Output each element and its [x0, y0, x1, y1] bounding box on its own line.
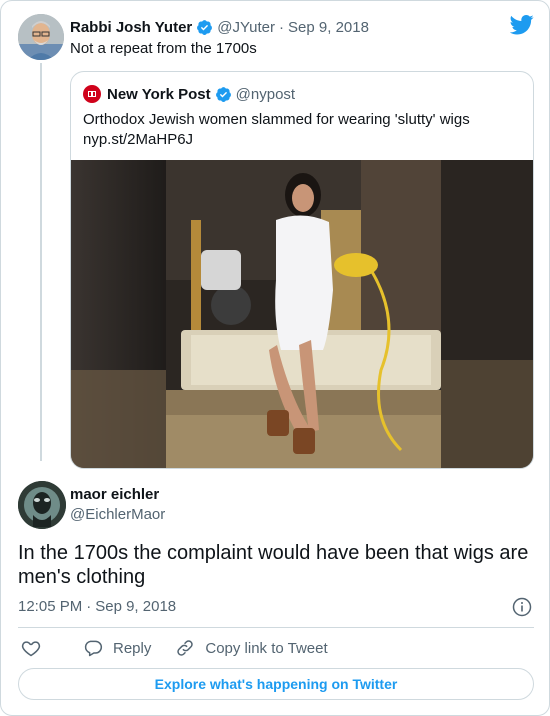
- quoted-author-name[interactable]: New York Post: [107, 86, 211, 103]
- parent-tweet-date[interactable]: Sep 9, 2018: [288, 19, 369, 36]
- reply-button[interactable]: Reply: [83, 638, 151, 658]
- quoted-tweet-link[interactable]: nyp.st/2MaHP6J: [83, 130, 523, 150]
- like-button[interactable]: [21, 638, 51, 658]
- link-icon: [177, 640, 194, 656]
- reply-label: Reply: [113, 639, 152, 657]
- reply-bubble-icon: [84, 640, 103, 657]
- verified-badge-icon: [215, 86, 231, 102]
- quoted-tweet-text: Orthodox Jewish women slammed for wearin…: [83, 110, 523, 150]
- parent-tweet-header: Rabbi Josh Yuter @JYuter · Sep 9, 2018: [70, 17, 369, 37]
- actions-divider: [18, 627, 534, 628]
- quoted-tweet-photo[interactable]: [71, 160, 533, 468]
- main-tweet-text: In the 1700s the complaint would have be…: [18, 542, 529, 588]
- parent-tweet-text: Not a repeat from the 1700s: [70, 40, 257, 57]
- main-author-name[interactable]: maor eichler: [70, 486, 159, 503]
- header-separator: ·: [279, 18, 285, 36]
- quoted-author-handle[interactable]: @nypost: [236, 86, 295, 103]
- timestamp-separator: ·: [86, 598, 92, 615]
- heart-icon: [21, 641, 41, 657]
- parent-author-avatar[interactable]: [18, 14, 64, 60]
- explore-twitter-button[interactable]: Explore what's happening on Twitter: [18, 668, 534, 700]
- tweet-actions-bar: Reply Copy link to Tweet: [18, 637, 328, 659]
- nypost-logo-icon: [83, 85, 101, 103]
- quoted-tweet-card[interactable]: New York Post @nypost Orthodox Jewish wo…: [70, 71, 534, 469]
- tweet-timestamp[interactable]: 12:05 PM · Sep 9, 2018: [18, 598, 176, 615]
- tweet-time[interactable]: 12:05 PM: [18, 598, 82, 615]
- parent-author-name[interactable]: Rabbi Josh Yuter: [70, 19, 192, 36]
- main-author-handle[interactable]: @EichlerMaor: [70, 506, 165, 523]
- quoted-tweet-headline: Orthodox Jewish women slammed for wearin…: [83, 111, 470, 128]
- tweet-embed-card: Rabbi Josh Yuter @JYuter · Sep 9, 2018 N…: [0, 0, 550, 716]
- info-icon[interactable]: [512, 597, 532, 617]
- tweet-date[interactable]: Sep 9, 2018: [95, 598, 176, 615]
- quoted-tweet-header: New York Post @nypost: [83, 84, 295, 104]
- thread-connector-line: [40, 63, 42, 461]
- parent-author-handle[interactable]: @JYuter: [217, 19, 275, 36]
- copy-link-button[interactable]: Copy link to Tweet: [175, 638, 328, 658]
- verified-badge-icon: [197, 19, 213, 35]
- main-author-avatar[interactable]: [18, 481, 66, 529]
- twitter-bird-icon[interactable]: [510, 15, 534, 35]
- copy-link-label: Copy link to Tweet: [205, 639, 328, 657]
